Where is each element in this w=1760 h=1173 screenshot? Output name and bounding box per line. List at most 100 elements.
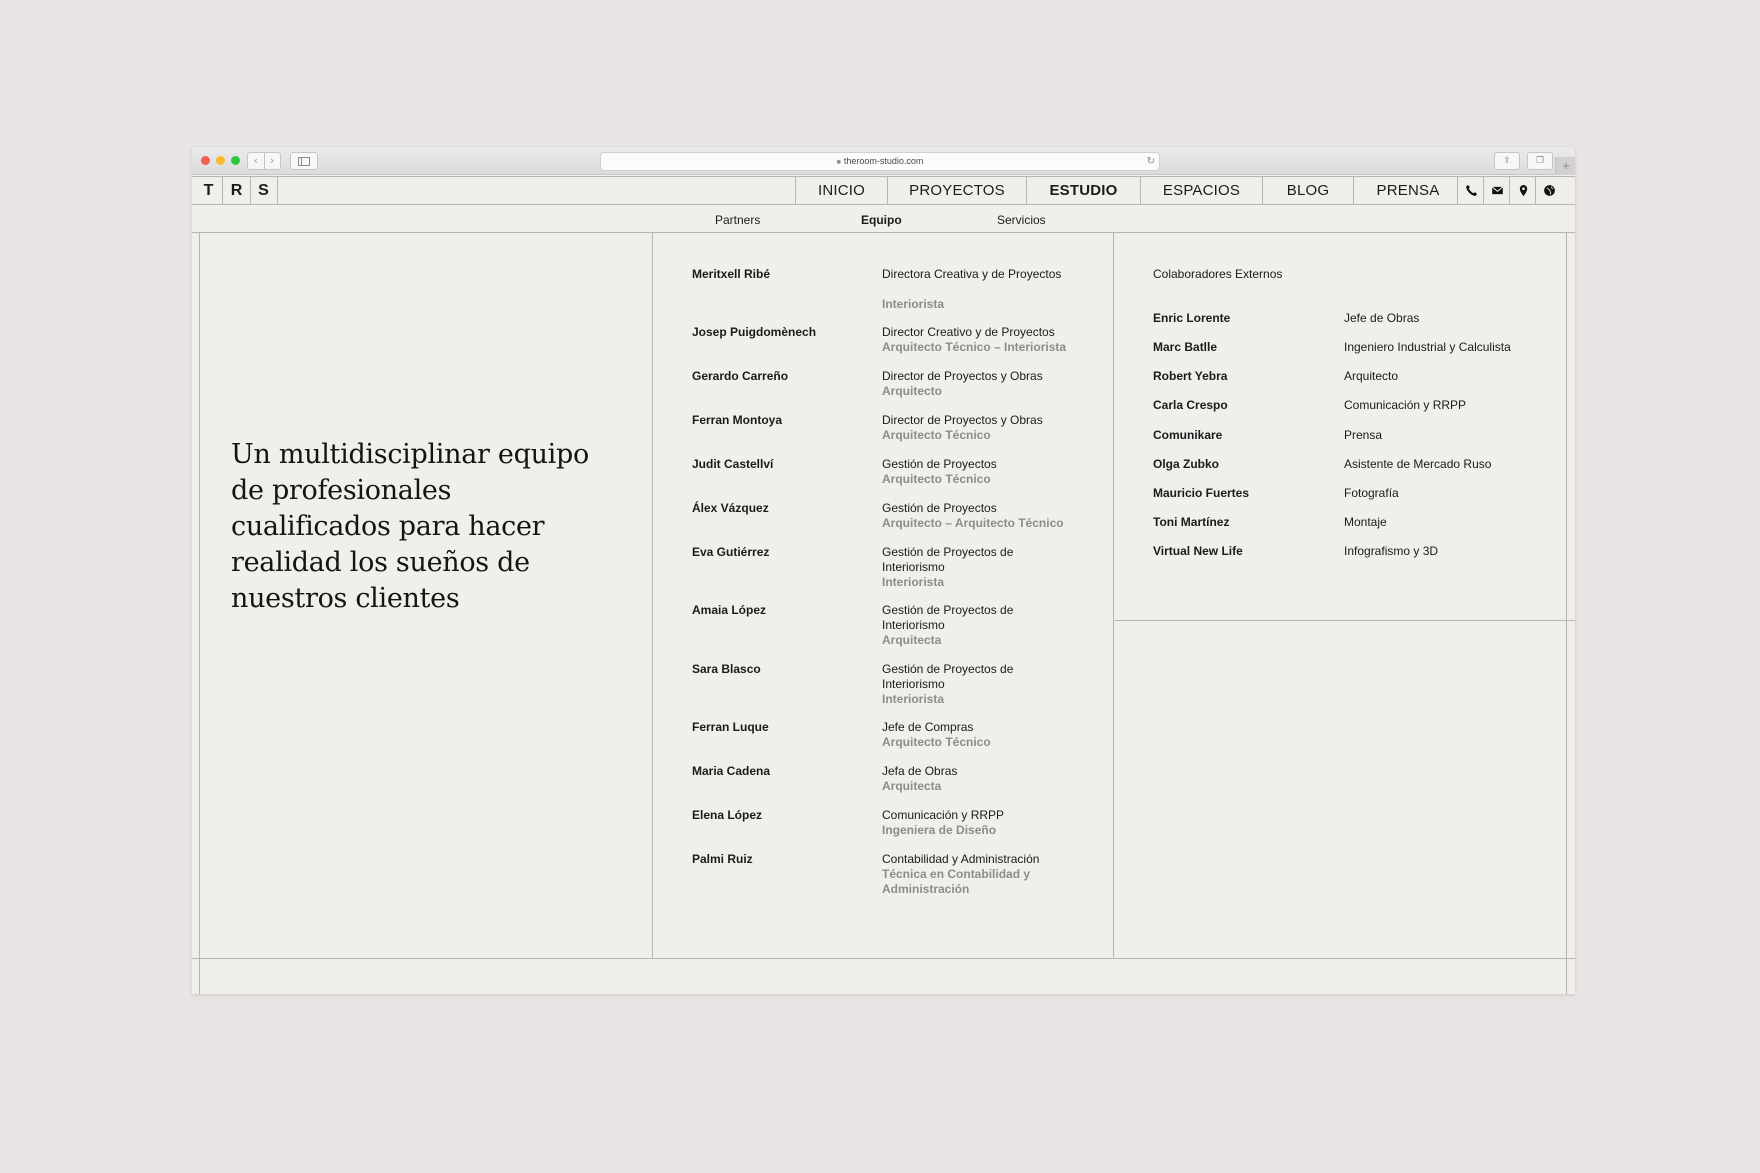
minimize-window-button[interactable] [216,156,225,165]
history-buttons: ‹ › [247,152,281,170]
share-button[interactable]: ⇪ [1494,152,1520,170]
subnav-bottom-rule [192,232,1575,233]
logo-letter-r[interactable]: R [223,177,251,204]
team-member-title: Arquitecto Técnico – Interiorista [882,340,1067,354]
external-role: Infografismo y 3D [1344,544,1439,558]
team-member-name: Sara Blasco [692,662,761,676]
external-name: Comunikare [1153,428,1223,442]
team-member-name: Judit Castellví [692,457,774,471]
url-text: theroom-studio.com [843,156,924,166]
team-member-role: Gestión de Proyectos de Interiorismo [882,545,1014,574]
nav-estudio[interactable]: ESTUDIO [1026,177,1140,204]
external-name: Enric Lorente [1153,311,1231,325]
lock-icon: ■ [836,159,841,166]
show-tabs-button[interactable]: ❐ [1527,152,1553,170]
team-member-title: Interiorista [882,575,945,589]
main-nav: INICIO PROYECTOS ESTUDIO ESPACIOS BLOG P… [795,177,1462,204]
team-member-title: Arquitecta [882,779,942,793]
external-name: Robert Yebra [1153,369,1228,383]
external-name: Marc Batlle [1153,340,1218,354]
team-member-name: Ferran Montoya [692,413,783,427]
browser-window: ‹ › ■ theroom-studio.com ↻ ⇪ ❐ + T R S IN… [192,147,1575,994]
column-rule-2 [1113,232,1114,958]
team-member-name: Gerardo Carreño [692,369,789,383]
team-member-role: Comunicación y RRPP [882,808,1005,822]
team-member-role: Jefe de Compras [882,720,974,734]
logo-letter-s[interactable]: S [250,177,278,204]
team-member-title: Interiorista [882,297,945,311]
sidebar-toggle-button[interactable] [290,152,318,170]
nav-proyectos[interactable]: PROYECTOS [887,177,1026,204]
content-bottom-rule [192,958,1575,959]
team-member-title: Arquitecto Técnico [882,735,991,749]
team-member-title: Técnica en Contabilidad y Administración [882,867,1031,896]
team-member-title: Interiorista [882,692,945,706]
subnav-equipo[interactable]: Equipo [861,213,902,227]
external-name: Virtual New Life [1153,544,1243,558]
team-member-title: Ingeniera de Diseño [882,823,997,837]
team-member-role: Director de Proyectos y Obras [882,413,1043,427]
team-member-title: Arquitecta [882,633,942,647]
external-role: Jefe de Obras [1344,311,1420,325]
envelope-icon[interactable] [1483,177,1510,204]
address-bar[interactable]: ■ theroom-studio.com ↻ [600,152,1160,171]
team-member-name: Maria Cadena [692,764,771,778]
team-member-role: Gestión de Proyectos de Interiorismo [882,603,1014,632]
reload-button[interactable]: ↻ [1147,153,1155,170]
team-member-name: Josep Puigdomènech [692,325,817,339]
external-role: Arquitecto [1344,369,1399,383]
browser-toolbar: ‹ › ■ theroom-studio.com ↻ ⇪ ❐ + [192,147,1575,175]
team-member-name: Eva Gutiérrez [692,545,770,559]
team-member-name: Amaia López [692,603,767,617]
external-name: Mauricio Fuertes [1153,486,1250,500]
team-member-role: Director Creativo y de Proyectos [882,325,1055,339]
forward-button[interactable]: › [263,153,281,169]
logo-letter-t[interactable]: T [195,177,223,204]
team-member-name: Elena López [692,808,763,822]
team-member-title: Arquitecto [882,384,942,398]
team-member-role: Gestión de Proyectos de Interiorismo [882,662,1014,691]
team-member-title: Arquitecto – Arquitecto Técnico [882,516,1064,530]
site: T R S INICIO PROYECTOS ESTUDIO ESPACIOS … [192,175,1575,994]
phone-icon[interactable] [1457,177,1484,204]
team-member-role: Jefa de Obras [882,764,958,778]
new-tab-button[interactable]: + [1555,157,1575,175]
nav-prensa[interactable]: PRENSA [1353,177,1462,204]
nav-blog[interactable]: BLOG [1262,177,1353,204]
team-member-role: Gestión de Proyectos [882,501,997,515]
header-bottom-rule [192,204,1575,205]
right-frame-rule [1566,232,1567,994]
page-heading: Un multidisciplinar equipo de profesiona… [231,439,589,614]
subnav-servicios[interactable]: Servicios [997,213,1046,227]
external-role: Montaje [1344,515,1387,529]
external-role: Ingeniero Industrial y Calculista [1344,340,1511,354]
team-member-name: Meritxell Ribé [692,267,771,281]
external-collaborators-heading: Colaboradores Externos [1153,267,1283,281]
external-name: Olga Zubko [1153,457,1219,471]
left-frame-rule [199,232,200,994]
team-member-name: Álex Vázquez [692,501,769,515]
team-member-name: Ferran Luque [692,720,769,734]
team-member-title: Arquitecto Técnico [882,472,991,486]
external-role: Comunicación y RRPP [1344,398,1467,412]
back-button[interactable]: ‹ [248,153,264,169]
team-member-title: Arquitecto Técnico [882,428,991,442]
nav-espacios[interactable]: ESPACIOS [1140,177,1262,204]
zoom-window-button[interactable] [231,156,240,165]
map-pin-icon[interactable] [1509,177,1536,204]
external-name: Carla Crespo [1153,398,1228,412]
column-rule-1 [652,232,653,958]
nav-inicio[interactable]: INICIO [795,177,887,204]
close-window-button[interactable] [201,156,210,165]
team-member-role: Director de Proyectos y Obras [882,369,1043,383]
external-section-rule [1113,620,1575,621]
external-name: Toni Martínez [1153,515,1230,529]
globe-icon[interactable] [1535,177,1562,204]
external-role: Asistente de Mercado Ruso [1344,457,1492,471]
team-member-name: Palmi Ruiz [692,852,753,866]
team-member-role: Directora Creativa y de Proyectos [882,267,1062,281]
external-role: Fotografía [1344,486,1399,500]
team-member-role: Contabilidad y Administración [882,852,1040,866]
subnav-partners[interactable]: Partners [715,213,760,227]
team-member-role: Gestión de Proyectos [882,457,997,471]
